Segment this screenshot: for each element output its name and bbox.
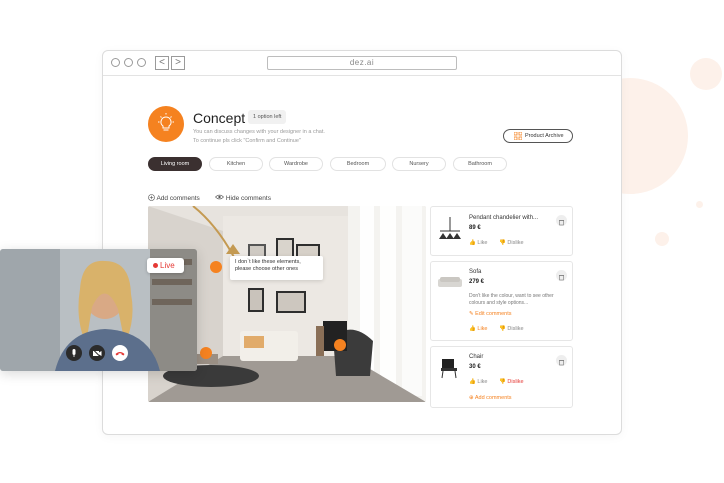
like-label: Like: [477, 326, 488, 332]
window-dot-2[interactable]: [124, 58, 133, 67]
product-card-chandelier[interactable]: Pendant chandelier with... 89 € 👍 Like 👎…: [430, 206, 573, 256]
product-comment-line1: Don't like the colour, want to see other: [469, 293, 554, 299]
live-indicator: Live: [147, 258, 184, 273]
like-button[interactable]: 👍 Like: [469, 240, 487, 246]
live-dot-icon: [153, 263, 158, 268]
url-bar[interactable]: dez.ai: [267, 56, 457, 70]
grid-icon: [514, 132, 522, 140]
tab-kitchen[interactable]: Kitchen: [209, 157, 263, 171]
edit-comments-label: Edit comments: [475, 311, 512, 317]
dislike-label: Dislike: [507, 379, 524, 385]
window-dot-1[interactable]: [111, 58, 120, 67]
product-name: Chair: [469, 354, 484, 360]
like-button[interactable]: 👍 Like: [469, 379, 487, 385]
lightbulb-icon: [148, 106, 184, 142]
comment-bubble-icon[interactable]: [200, 347, 212, 359]
trash-icon[interactable]: [556, 270, 567, 281]
product-card-sofa[interactable]: Sofa 279 € Don't like the colour, want t…: [430, 261, 573, 341]
edit-comments-button[interactable]: ✎ Edit comments: [469, 311, 512, 317]
tooltip-line2: please choose other ones: [235, 266, 298, 272]
dislike-button[interactable]: 👎 Dislike: [499, 379, 524, 385]
tab-bedroom[interactable]: Bedroom: [330, 157, 386, 171]
product-price: 30 €: [469, 364, 481, 370]
dislike-label: Dislike: [507, 326, 524, 332]
hide-comments-label: Hide comments: [225, 195, 271, 202]
sofa-icon: [438, 277, 462, 287]
comment-bubble-icon[interactable]: [210, 261, 222, 273]
comment-bubble-icon[interactable]: [334, 339, 346, 351]
window-dot-3[interactable]: [137, 58, 146, 67]
trash-icon[interactable]: [556, 355, 567, 366]
tab-bathroom[interactable]: Bathroom: [453, 157, 507, 171]
forward-button[interactable]: >: [171, 56, 185, 70]
options-badge: 1 option left: [248, 110, 287, 124]
add-comments-link[interactable]: ⊕ Add comments: [469, 395, 512, 401]
tooltip-line1: I don`t like these elements,: [235, 259, 301, 265]
decor-circle-tiny: [696, 201, 703, 208]
product-archive-label: Product Archive: [525, 133, 564, 139]
plus-circle-icon: [148, 194, 155, 201]
comment-tooltip: I don`t like these elements, please choo…: [230, 256, 323, 280]
tab-wardrobe[interactable]: Wardrobe: [269, 157, 323, 171]
like-button[interactable]: 👍 Like: [469, 326, 487, 332]
product-price: 279 €: [469, 279, 485, 285]
trash-icon[interactable]: [556, 215, 567, 226]
concept-description-line1: You can discuss changes with your design…: [193, 129, 325, 135]
page-title: Concept: [193, 110, 246, 126]
tab-living-room[interactable]: Living room: [148, 157, 202, 171]
dislike-button[interactable]: 👎 Dislike: [499, 240, 524, 246]
add-comments-link-label: Add comments: [474, 395, 512, 401]
eye-icon: [215, 194, 224, 200]
end-call-button[interactable]: [112, 345, 128, 361]
browser-toolbar: < > dez.ai: [103, 51, 621, 76]
back-button[interactable]: <: [155, 56, 169, 70]
live-label: Live: [160, 261, 175, 270]
hide-comments-button[interactable]: Hide comments: [215, 194, 271, 202]
microphone-button[interactable]: [66, 345, 82, 361]
add-comments-button[interactable]: Add comments: [148, 194, 200, 202]
product-price: 89 €: [469, 225, 481, 231]
tab-nursery[interactable]: Nursery: [392, 157, 446, 171]
dislike-button[interactable]: 👎 Dislike: [499, 326, 524, 332]
decor-circle-top: [690, 58, 722, 90]
chandelier-icon: [439, 217, 461, 239]
product-archive-button[interactable]: Product Archive: [503, 129, 573, 143]
concept-description-line2: To continue pls click "Confirm and Conti…: [193, 138, 301, 144]
like-label: Like: [477, 240, 488, 246]
like-label: Like: [477, 379, 488, 385]
product-card-chair[interactable]: Chair 30 € 👍 Like 👎 Dislike ⊕ Add commen…: [430, 346, 573, 408]
decor-circle-small: [655, 232, 669, 246]
product-name: Sofa: [469, 269, 482, 275]
product-name: Pendant chandelier with...: [469, 215, 539, 221]
product-comment-line2: colours and style options...: [469, 300, 529, 306]
chair-icon: [441, 359, 457, 379]
add-comments-label: Add comments: [156, 195, 200, 202]
camera-off-button[interactable]: [89, 345, 105, 361]
browser-window: < > dez.ai Concept 1 option left You can…: [102, 50, 622, 435]
dislike-label: Dislike: [507, 240, 524, 246]
